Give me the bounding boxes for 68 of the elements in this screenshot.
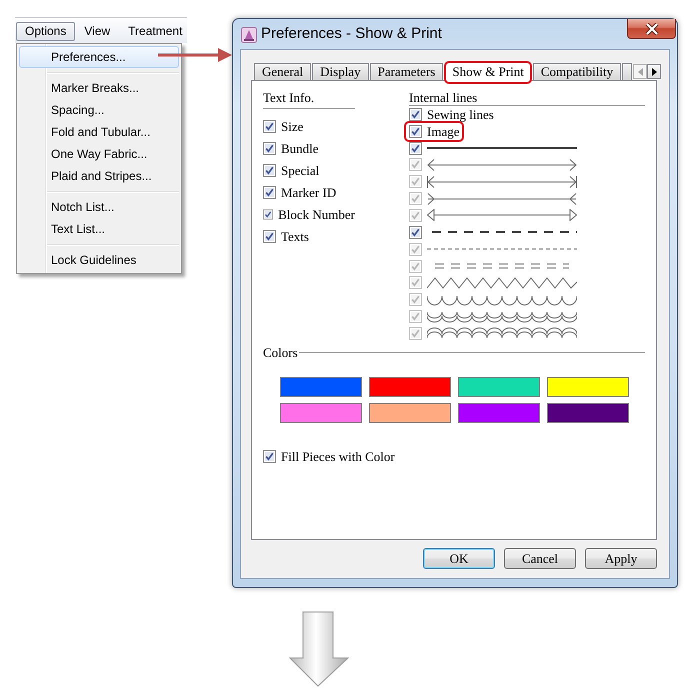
checkbox[interactable] bbox=[263, 208, 274, 221]
right-arrow-icon bbox=[652, 68, 657, 76]
left-arrow-icon bbox=[638, 68, 643, 76]
checkbox[interactable] bbox=[263, 120, 276, 133]
inward-arrow-line-icon bbox=[427, 192, 577, 205]
scroll-right-button[interactable] bbox=[647, 64, 662, 79]
checkbox-label: Special bbox=[281, 163, 320, 178]
group-title: Internal lines bbox=[409, 90, 478, 105]
checkbox-label: Texts bbox=[281, 229, 309, 244]
group-title: Text Info. bbox=[263, 90, 316, 105]
color-swatch[interactable] bbox=[458, 376, 540, 397]
color-swatch[interactable] bbox=[369, 402, 451, 423]
checkbox-label: Size bbox=[281, 119, 304, 134]
tab[interactable]: Parameters bbox=[370, 63, 444, 80]
group-title: Colors bbox=[263, 345, 298, 360]
checkbox-label: Image bbox=[427, 124, 460, 139]
checkbox-label: Fill Pieces with Color bbox=[281, 448, 395, 464]
checkbox[interactable] bbox=[263, 186, 276, 199]
tab[interactable]: Display bbox=[312, 63, 369, 80]
window-title: Preferences - Show & Print bbox=[261, 25, 442, 43]
app-icon bbox=[241, 27, 257, 43]
checkbox[interactable] bbox=[263, 450, 276, 463]
menu-item[interactable]: Marker Breaks... bbox=[19, 77, 179, 99]
menu-item[interactable]: One Way Fabric... bbox=[19, 143, 179, 165]
scalloped-line-icon bbox=[427, 327, 577, 340]
menu-bar-item[interactable]: Treatment bbox=[119, 22, 192, 41]
checkbox-label: Marker ID bbox=[281, 185, 336, 200]
tab[interactable]: Show & Print bbox=[444, 61, 532, 84]
menu-item[interactable]: Text List... bbox=[19, 218, 179, 240]
down-arrow-icon bbox=[289, 611, 349, 687]
checkbox[interactable] bbox=[263, 230, 276, 243]
menu-item[interactable]: Preferences... bbox=[19, 46, 179, 68]
tab[interactable]: General bbox=[254, 63, 312, 80]
tab[interactable]: Compatibility bbox=[532, 63, 622, 80]
close-icon bbox=[644, 22, 658, 34]
checkbox-label: Bundle bbox=[281, 141, 319, 156]
checkbox[interactable] bbox=[409, 124, 422, 138]
checkbox-label: Sewing lines bbox=[427, 106, 494, 122]
menu-item[interactable]: Plaid and Stripes... bbox=[19, 165, 179, 187]
zigzag-line-icon bbox=[427, 276, 577, 289]
checkbox-label: Block Number bbox=[278, 207, 355, 222]
dialog-button[interactable]: OK bbox=[423, 548, 495, 569]
menu-item[interactable]: Lock Guidelines bbox=[19, 249, 179, 271]
color-swatch[interactable] bbox=[280, 376, 362, 397]
checkbox[interactable] bbox=[409, 226, 422, 239]
color-swatch[interactable] bbox=[280, 402, 362, 423]
menu-bar-item[interactable]: View bbox=[75, 22, 120, 41]
menu-bar-item[interactable]: Options bbox=[16, 22, 76, 41]
checkbox[interactable] bbox=[409, 108, 422, 121]
color-swatch[interactable] bbox=[547, 402, 629, 423]
close-button[interactable] bbox=[627, 19, 676, 39]
color-swatch[interactable] bbox=[547, 376, 629, 397]
wave-line-icon bbox=[427, 294, 577, 306]
checkbox[interactable] bbox=[263, 164, 276, 177]
double-wave-line-icon bbox=[427, 310, 577, 323]
dialog-button[interactable]: Cancel bbox=[504, 548, 576, 569]
checkbox[interactable] bbox=[263, 142, 276, 155]
menu-item[interactable]: Fold and Tubular... bbox=[19, 121, 179, 143]
checkbox[interactable] bbox=[409, 142, 422, 155]
partial-tab[interactable] bbox=[622, 63, 632, 80]
menu-item[interactable]: Spacing... bbox=[19, 99, 179, 121]
dialog-button[interactable]: Apply bbox=[585, 548, 657, 569]
color-swatch[interactable] bbox=[458, 402, 540, 423]
double-arrow-line-icon bbox=[427, 158, 577, 171]
hollow-arrow-line-icon bbox=[427, 209, 577, 222]
bar-arrow-line-icon bbox=[427, 176, 577, 188]
menu-item[interactable]: Notch List... bbox=[19, 196, 179, 218]
color-swatch[interactable] bbox=[369, 376, 451, 397]
